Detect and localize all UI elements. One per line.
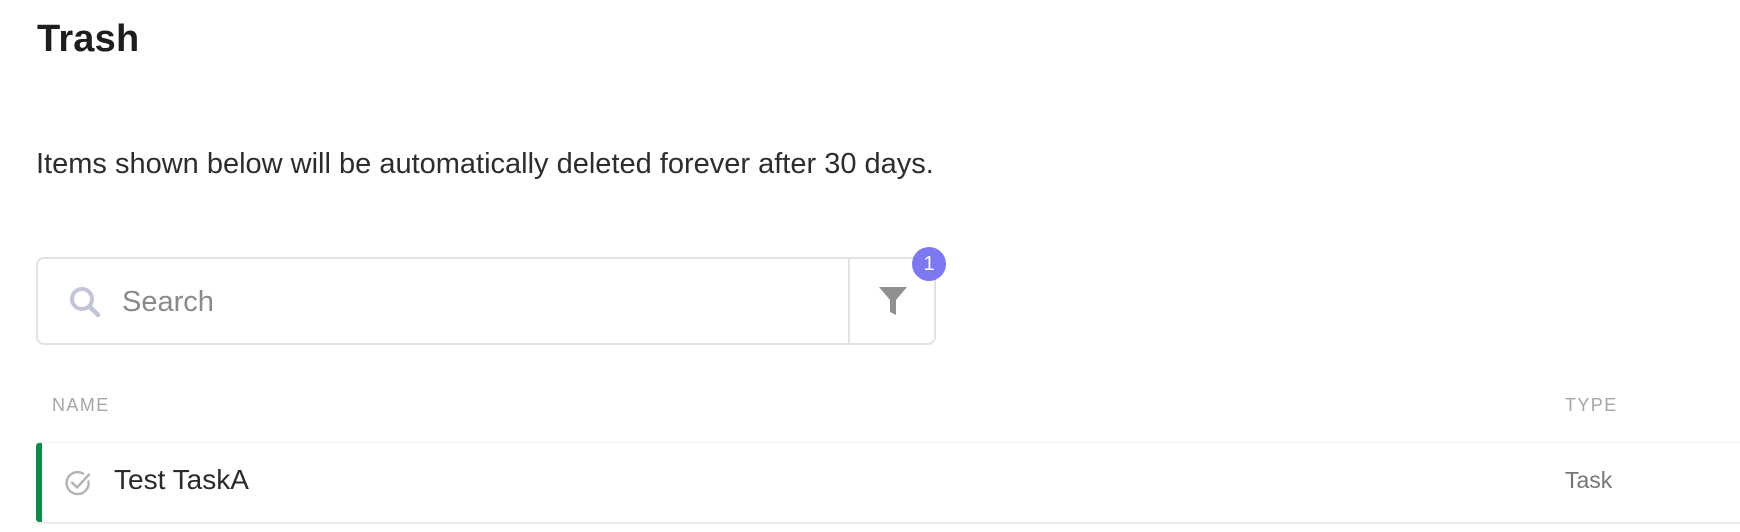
- row-item-type: Task: [1565, 467, 1613, 493]
- trash-retention-notice: Items shown below will be automatically …: [36, 148, 934, 180]
- search-icon: [70, 287, 101, 318]
- row-item-name: Test TaskA: [114, 464, 249, 495]
- table-row[interactable]: Test TaskA Task: [36, 442, 1740, 524]
- filter-count-badge: 1: [912, 247, 946, 281]
- column-header-type: TYPE: [1565, 395, 1618, 415]
- trash-page: Trash Items shown below will be automati…: [0, 0, 1740, 532]
- search-bar: [36, 257, 936, 345]
- search-input[interactable]: [120, 273, 844, 331]
- task-check-icon: [65, 470, 91, 496]
- filter-icon: [879, 287, 907, 315]
- column-header-name: NAME: [52, 395, 110, 415]
- row-status-accent: [36, 443, 42, 522]
- page-title: Trash: [37, 18, 140, 60]
